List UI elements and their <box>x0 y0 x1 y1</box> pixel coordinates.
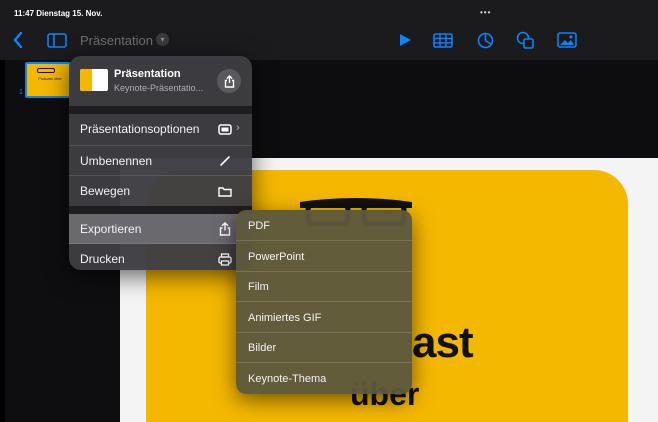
share-icon <box>224 74 234 88</box>
menu-item-export[interactable]: Exportieren <box>69 214 252 244</box>
document-title[interactable]: Präsentation <box>80 33 153 48</box>
export-option-film[interactable]: Film <box>236 271 412 302</box>
menu-item-move[interactable]: Bewegen <box>69 176 252 206</box>
export-option-label: PDF <box>248 220 270 232</box>
menu-item-label: Exportieren <box>80 222 142 236</box>
slide-title-text[interactable]: ast <box>412 318 474 368</box>
shapes-icon[interactable] <box>514 31 536 49</box>
document-name: Präsentation <box>114 68 181 80</box>
menu-item-rename[interactable]: Umbenennen <box>69 146 252 176</box>
play-icon[interactable] <box>396 31 414 49</box>
toolbar: Präsentation ▾ <box>0 22 658 60</box>
document-header: Präsentation Keynote-Präsentatio... <box>69 56 252 106</box>
folder-icon <box>217 183 233 199</box>
export-option-animated-gif[interactable]: Animiertes GIF <box>236 302 412 333</box>
status-time: 11:47 Dienstag 15. Nov. <box>14 9 103 18</box>
export-option-images[interactable]: Bilder <box>236 332 412 363</box>
glasses-icon <box>37 68 55 73</box>
menu-item-label: Drucken <box>80 252 125 266</box>
slide-thumbnail[interactable]: Podcast über <box>25 62 71 98</box>
printer-icon <box>217 251 233 267</box>
pencil-icon <box>217 153 233 169</box>
media-icon[interactable] <box>556 31 578 49</box>
menu-item-label: Präsentationsoptionen <box>80 122 200 136</box>
export-option-label: Bilder <box>248 342 277 354</box>
status-bar: 11:47 Dienstag 15. Nov. ••• <box>0 0 658 22</box>
export-option-label: Keynote-Thema <box>248 373 327 385</box>
share-button[interactable] <box>217 69 241 93</box>
chart-icon[interactable] <box>475 31 495 49</box>
share-icon <box>217 221 233 237</box>
export-option-powerpoint[interactable]: PowerPoint <box>236 241 412 272</box>
chevron-down-icon[interactable]: ▾ <box>156 33 169 46</box>
export-option-keynote-theme[interactable]: Keynote-Thema <box>236 363 412 394</box>
table-icon[interactable] <box>432 31 454 49</box>
chevron-left-icon[interactable] <box>10 31 26 49</box>
export-submenu: PDF PowerPoint Film Animiertes GIF Bilde… <box>236 210 412 394</box>
slide-number: 1 <box>19 89 23 96</box>
menu-separator <box>69 206 252 214</box>
export-option-label: Animiertes GIF <box>248 312 322 324</box>
sidebar-icon[interactable] <box>46 31 68 49</box>
export-option-label: Film <box>248 281 269 293</box>
chevron-right-icon: › <box>236 122 240 134</box>
menu-item-label: Bewegen <box>80 184 131 198</box>
menu-item-label: Umbenennen <box>80 154 153 168</box>
document-type: Keynote-Präsentatio... <box>114 83 204 93</box>
menu-separator <box>69 106 252 114</box>
document-menu: Präsentation Keynote-Präsentatio... Präs… <box>69 56 252 270</box>
document-icon <box>80 69 108 91</box>
menu-item-presentation-options[interactable]: Präsentationsoptionen › <box>69 114 252 146</box>
export-option-pdf[interactable]: PDF <box>236 210 412 241</box>
menu-item-print[interactable]: Drucken <box>69 244 252 270</box>
presentation-options-icon <box>217 121 233 137</box>
export-option-label: PowerPoint <box>248 251 305 263</box>
multitasking-dots[interactable]: ••• <box>480 8 491 17</box>
thumbnail-text: Podcast über <box>38 76 62 81</box>
